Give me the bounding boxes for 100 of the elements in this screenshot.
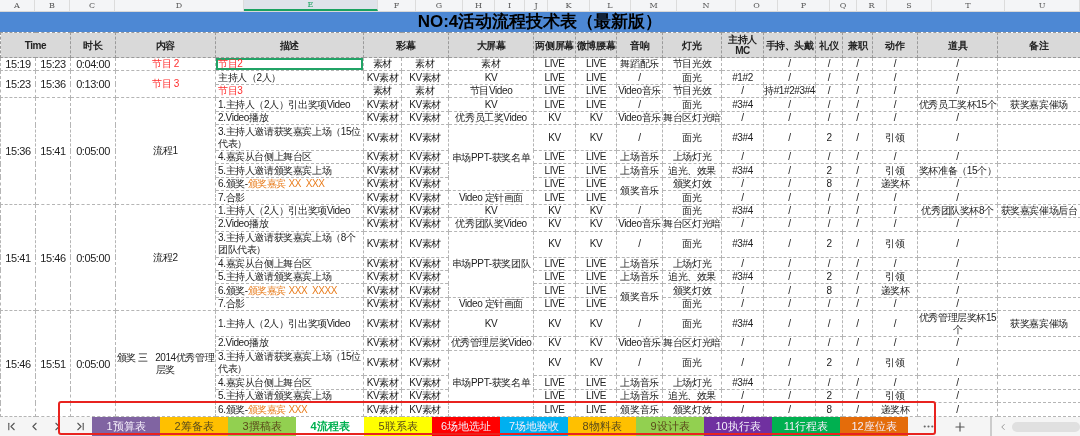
table-cell: / <box>616 204 663 218</box>
table-cell: KV <box>533 204 576 218</box>
table-cell: / <box>763 150 816 164</box>
table-cell: 面光 <box>662 124 722 151</box>
table-cell: 5.主持人邀请颁奖嘉宾上场 <box>215 270 364 284</box>
table-cell: / <box>815 297 843 311</box>
table-cell: 7.合影 <box>215 297 364 311</box>
table-cell: 节目 2 <box>115 57 216 71</box>
table-cell: Video音乐 <box>616 336 663 351</box>
table-cell: Video 定针画面 <box>448 190 534 205</box>
table-cell: / <box>721 217 764 232</box>
table-cell: / <box>872 150 918 164</box>
table-cell: KV素材 <box>401 270 449 284</box>
table-cell: 引领 <box>872 164 918 178</box>
table-cell: KV素材 <box>401 350 449 376</box>
table-cell: / <box>721 283 764 298</box>
column-letter[interactable]: S <box>887 0 932 11</box>
first-sheet-icon[interactable] <box>5 420 18 433</box>
table-cell: 15:46 <box>35 204 71 311</box>
column-letter[interactable]: G <box>416 0 463 11</box>
table-cell: KV <box>448 97 534 112</box>
column-letter[interactable]: I <box>495 0 525 11</box>
table-cell: 1.主持人（2人）引出奖项Video <box>215 310 364 337</box>
column-letter[interactable]: F <box>378 0 416 11</box>
table-cell: KV素材 <box>401 375 449 390</box>
table-cell: / <box>872 57 918 71</box>
table-cell: KV <box>575 350 617 376</box>
column-header: 手持、头戴 <box>763 32 816 58</box>
table-cell: KV素材 <box>363 70 402 85</box>
column-letter[interactable]: P <box>778 0 830 11</box>
table-cell: #3#4 <box>721 164 764 178</box>
table-cell: / <box>763 270 816 284</box>
table-cell: / <box>815 70 843 85</box>
table-cell: / <box>842 257 873 271</box>
table-cell: 2 <box>815 164 843 178</box>
table-cell: LIVE <box>575 164 617 178</box>
table-cell: 串场PPT-获奖名单 <box>448 124 534 191</box>
column-letter[interactable]: Q <box>830 0 857 11</box>
table-cell: / <box>616 97 663 112</box>
table-cell: / <box>872 97 918 112</box>
table-cell: / <box>721 297 764 311</box>
table-cell: 3.主持人邀请获奖嘉宾上场（15位代表） <box>215 124 364 151</box>
table-cell: KV <box>448 204 534 218</box>
table-cell: 6.颁奖-颁奖嘉宾 XX XXX <box>215 177 364 191</box>
table-cell: 15:36 <box>35 70 71 98</box>
column-letter[interactable]: O <box>736 0 778 11</box>
table-cell: 节目Video <box>448 84 534 98</box>
column-letter[interactable]: R <box>857 0 887 11</box>
column-letter[interactable]: L <box>590 0 631 11</box>
table-cell: LIVE <box>533 164 576 178</box>
table-cell: 面光 <box>662 231 722 258</box>
column-letter[interactable]: N <box>677 0 736 11</box>
column-header: 道具 <box>917 32 998 58</box>
table-cell: 面光 <box>662 70 722 85</box>
column-letter[interactable]: C <box>70 0 115 11</box>
table-cell: 获奖嘉宾催场后台 <box>997 204 1080 218</box>
column-letter[interactable]: U <box>1005 0 1080 11</box>
table-cell: / <box>616 350 663 376</box>
table-cell: / <box>763 124 816 151</box>
table-cell: 串场PPT-获奖团队 <box>448 231 534 298</box>
table-cell: / <box>842 111 873 125</box>
table-cell: Video 定针画面 <box>448 297 534 311</box>
column-letter[interactable]: H <box>463 0 495 11</box>
table-cell: 15:23 <box>0 70 36 98</box>
last-sheet-icon[interactable] <box>74 420 87 433</box>
table-cell: 优秀团队奖杯8个 <box>917 204 998 218</box>
table-cell: LIVE <box>575 84 617 98</box>
table-cell: / <box>842 190 873 205</box>
table-cell: / <box>917 190 998 205</box>
column-letter[interactable]: A <box>0 0 35 11</box>
table-cell: 上场音乐 <box>616 270 663 284</box>
column-letter[interactable]: M <box>631 0 677 11</box>
table-cell: 8 <box>815 177 843 191</box>
horizontal-scrollbar[interactable] <box>990 417 1080 436</box>
column-letter[interactable]: J <box>525 0 548 11</box>
table-cell: 递奖杯 <box>872 283 918 298</box>
table-cell: / <box>721 111 764 125</box>
table-cell: 舞台区灯光暗 <box>662 336 722 351</box>
table-cell: / <box>842 124 873 151</box>
table-cell: 颁奖音乐 <box>616 177 663 205</box>
table-cell: 面光 <box>662 190 722 205</box>
table-cell: 2.Video播放 <box>215 336 364 351</box>
column-letter[interactable]: K <box>548 0 590 11</box>
table-cell: / <box>763 297 816 311</box>
table-cell: 1.主持人（2人）引出奖项Video <box>215 97 364 112</box>
column-letter[interactable]: B <box>35 0 70 11</box>
column-header: 微博腰幕 <box>575 32 617 58</box>
table-cell: LIVE <box>575 375 617 390</box>
add-sheet-icon[interactable] <box>953 419 967 434</box>
table-cell: / <box>872 217 918 232</box>
table-cell: LIVE <box>575 150 617 164</box>
table-cell: / <box>763 375 816 390</box>
table-cell: / <box>721 336 764 351</box>
table-cell: KV素材 <box>401 124 449 151</box>
table-cell: 7.合影 <box>215 190 364 205</box>
table-cell: / <box>842 97 873 112</box>
table-cell: / <box>917 70 998 85</box>
column-letter[interactable]: T <box>932 0 1005 11</box>
column-header: 备注 <box>997 32 1080 58</box>
table-cell: Video音乐 <box>616 217 663 232</box>
